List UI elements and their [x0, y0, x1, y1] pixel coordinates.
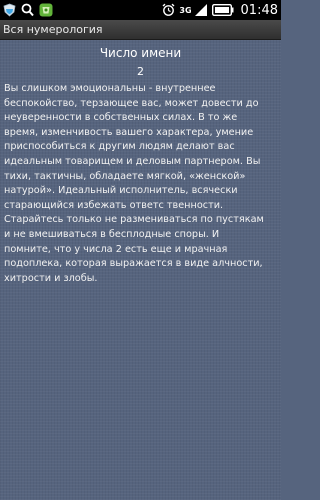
status-bar: 3G 01:48	[0, 0, 281, 20]
network-type-label: 3G	[179, 5, 192, 15]
clock: 01:48	[240, 2, 278, 18]
notification-icons	[3, 2, 53, 18]
alarm-icon	[162, 3, 175, 17]
system-icons: 3G 01:48	[162, 2, 278, 18]
name-number: 2	[137, 65, 144, 78]
shield-icon	[3, 3, 16, 17]
app-title: Вся нумерология	[3, 23, 103, 36]
battery-icon	[211, 4, 234, 16]
search-icon	[21, 3, 34, 17]
app-title-bar: Вся нумерология	[0, 20, 281, 40]
description-text: Вы слишком эмоциональны - внутреннее бес…	[4, 83, 264, 284]
page-title: Число имени	[99, 46, 182, 60]
content-area[interactable]: Число имени 2 Вы слишком эмоциональны - …	[0, 40, 281, 500]
app-notification-icon	[39, 3, 53, 17]
signal-icon	[194, 3, 208, 17]
